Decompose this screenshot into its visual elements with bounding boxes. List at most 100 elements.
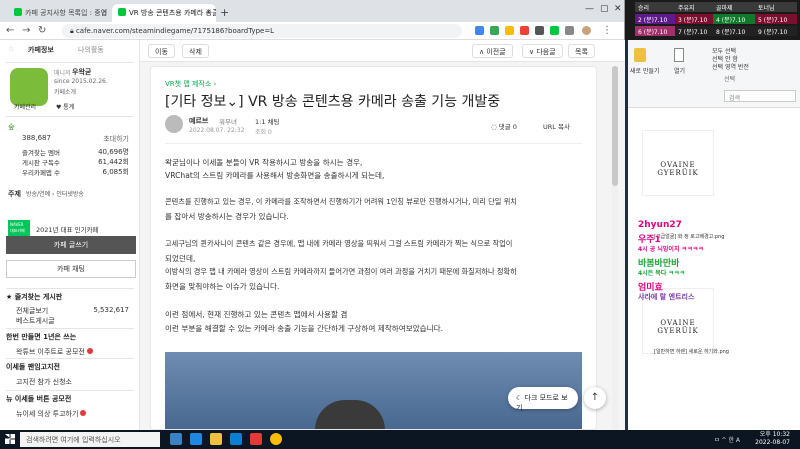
taskbar-search-input[interactable]: 검색하려면 여기에 입력하십시오	[20, 432, 160, 447]
desktop-screen: 승리 주유지 골마제 토너님 2 (분)7.10 3 (분)7.10 4 (분)…	[0, 0, 800, 449]
tab-cafe-info[interactable]: 카페정보	[28, 45, 54, 55]
extension-icon[interactable]	[475, 26, 484, 35]
logo-text: OVAINE GYERÜIK	[657, 319, 699, 335]
game-cell: 3 (분)7.10	[675, 14, 713, 24]
scrollbar-thumb[interactable]	[612, 66, 618, 186]
member-count[interactable]: 388,687	[22, 134, 51, 142]
stat-label: 게시판 구독수	[22, 159, 60, 167]
star-icon[interactable]: ☆	[8, 45, 14, 53]
subject-value[interactable]: 방송/연예 › 인터넷방송	[26, 189, 84, 198]
comments-link[interactable]: ◌ 댓글 0	[491, 121, 517, 131]
delete-button[interactable]: 삭제	[182, 44, 209, 58]
best-posts-link[interactable]: 베스트게시글	[16, 316, 55, 326]
board-link[interactable]: 뉴이세 의상 투고하기	[16, 409, 87, 419]
url-input[interactable]: 🔒︎ cafe.naver.com/steamindiegame/7175186…	[62, 24, 462, 38]
move-button[interactable]: 이동	[148, 44, 175, 58]
image-object	[315, 400, 385, 429]
prev-post-button[interactable]: ∧ 이전글	[472, 44, 513, 58]
tab-label: VR 방송 콘텐츠용 카메라 송출	[129, 9, 216, 17]
tab-label: 카페 공지사항 목록입 : 중입	[25, 9, 108, 17]
edge-icon[interactable]	[190, 433, 202, 445]
extension-icon[interactable]	[520, 26, 529, 35]
url-copy-button[interactable]: URL 복사	[543, 121, 570, 131]
article-title: [기타 정보⌄] VR 방송 콘텐츠용 카메라 송출 기능 개발중	[165, 94, 501, 110]
clock-date: 2022-08-07	[755, 439, 790, 446]
game-cell: 골마제	[713, 2, 755, 12]
forward-icon[interactable]: →	[22, 25, 30, 36]
list-button[interactable]: 목록	[568, 44, 595, 58]
clock-time: 오후 10:32	[759, 431, 790, 438]
view-count: 조회 0	[255, 129, 272, 136]
cafe-chat-button[interactable]: 카페 채팅	[6, 260, 136, 278]
new-tab-icon[interactable]: +	[220, 6, 229, 19]
badge-text[interactable]: 2021년 대표 인기카페	[36, 224, 99, 234]
all-posts-link[interactable]: 전체글보기	[16, 306, 48, 316]
chat-link[interactable]: 1:1 채팅	[255, 116, 280, 126]
scrollbar[interactable]	[612, 66, 618, 430]
article-toolbar: 이동 삭제 ∧ 이전글 ∨ 다음글 목록	[140, 40, 625, 62]
board-link[interactable]: 왁튜브 이주트로 공모전	[16, 347, 93, 357]
extension-icon[interactable]	[505, 26, 514, 35]
open-icon[interactable]	[674, 48, 684, 62]
maximize-icon[interactable]: ▢	[600, 4, 609, 14]
logo-text: OVAINE GYERÜIK	[657, 161, 699, 177]
minimize-icon[interactable]: —	[585, 4, 594, 14]
article-paragraph: 콘텐츠를 진행하고 있는 경우, 이 카메라를 조작하면서 진행하기가 어려워 …	[165, 197, 517, 206]
clock[interactable]: 오후 10:32 2022-08-07	[755, 431, 790, 447]
close-icon[interactable]: ×	[101, 7, 108, 16]
subject-label: 주제	[8, 190, 21, 198]
puzzle-icon[interactable]	[565, 26, 574, 35]
windows-start-icon[interactable]	[5, 434, 15, 444]
extension-icon[interactable]	[490, 26, 499, 35]
back-icon[interactable]: ←	[6, 25, 14, 36]
game-overlay-panel: 승리 주유지 골마제 토너님 2 (분)7.10 3 (분)7.10 4 (분)…	[625, 0, 800, 40]
cafe-intro-link[interactable]: 카페소개	[54, 87, 76, 96]
scroll-top-icon[interactable]: ↑	[584, 387, 606, 409]
chat-line: 4시 공 늬밍이지 ㅋㅋㅋㅋ	[638, 246, 704, 253]
invite-link[interactable]: 초대하기	[103, 134, 129, 144]
cafe-manage-link[interactable]: 카페관리	[14, 102, 36, 111]
stream-chat-overlay: 2hyun27 우주1 4시 공 늬밍이지 ㅋㅋㅋㅋ 바봄바만바 4시든 묵다 …	[638, 210, 748, 320]
store-icon[interactable]	[230, 433, 242, 445]
file-label[interactable]: [일반하면 하렌] 새로운 하기와.png	[654, 348, 729, 355]
extension-icon[interactable]	[550, 26, 559, 35]
task-view-icon[interactable]	[170, 433, 182, 445]
new-folder-icon[interactable]	[634, 48, 646, 62]
next-post-button[interactable]: ∨ 다음글	[522, 44, 563, 58]
manager-name[interactable]: 우왁굳	[72, 67, 91, 77]
system-tray[interactable]: ㅁ ^ 한 A	[714, 435, 740, 444]
manager-label: 매니저	[54, 70, 71, 77]
ribbon-invert[interactable]: 선택 영역 반전	[712, 62, 749, 71]
app-icon[interactable]	[250, 433, 262, 445]
ribbon-open[interactable]: 열기	[674, 66, 685, 75]
ribbon-new[interactable]: 새로 만들기	[630, 66, 660, 75]
all-posts-count: 5,532,617	[93, 306, 129, 314]
close-icon[interactable]: ×	[205, 7, 212, 16]
taskbar: 검색하려면 여기에 입력하십시오 ㅁ ^ 한 A 오후 10:32 2022-08…	[0, 430, 800, 449]
tab-cafe-notice[interactable]: 카페 공지사항 목록입 : 중입 ×	[8, 4, 112, 22]
reload-icon[interactable]: ↻	[38, 25, 46, 36]
stats-link[interactable]: ♥ 통계	[56, 102, 74, 111]
profile-avatar[interactable]	[582, 26, 591, 35]
menu-icon[interactable]: ⋮	[602, 25, 612, 36]
author-grade: 워무녀	[219, 118, 237, 126]
extension-icon[interactable]	[535, 26, 544, 35]
author-avatar[interactable]	[165, 115, 183, 133]
game-cell: 2 (분)7.10	[635, 14, 675, 24]
new-badge-icon	[80, 410, 87, 416]
tab-my-activity[interactable]: 나의활동	[78, 45, 104, 55]
file-thumbnail[interactable]: OVAINE GYERÜIK	[642, 130, 714, 196]
author-name[interactable]: 예르브	[189, 116, 208, 126]
dark-mode-button[interactable]: ☾ 다크 모드로 보기	[508, 387, 578, 412]
chrome-icon[interactable]	[270, 433, 282, 445]
explorer-search-input[interactable]: 검색	[724, 90, 796, 102]
write-post-button[interactable]: 카페 글쓰기	[6, 236, 136, 254]
tab-vr-article[interactable]: VR 방송 콘텐츠용 카메라 송출 ×	[112, 4, 216, 22]
board-link[interactable]: VR챗 맵 제작소 ›	[165, 79, 216, 89]
game-cell: 승리	[635, 2, 675, 12]
close-window-icon[interactable]: ✕	[614, 4, 622, 14]
board-link[interactable]: 고지전 참가 신청소	[16, 377, 72, 387]
folder-icon[interactable]	[210, 433, 222, 445]
article-paragraph: 되었던데,	[165, 254, 196, 263]
fav-boards-header[interactable]: ★ 즐겨찾는 게시판	[6, 288, 134, 302]
